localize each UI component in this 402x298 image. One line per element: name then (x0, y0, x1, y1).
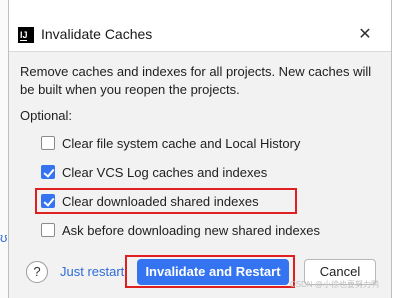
background-window (0, 0, 8, 298)
invalidate-and-restart-button[interactable]: Invalidate and Restart (137, 259, 289, 285)
option-label: Clear VCS Log caches and indexes (62, 164, 268, 180)
close-icon[interactable]: ✕ (354, 24, 376, 46)
option-clear-vcs-log-caches[interactable]: Clear VCS Log caches and indexes (41, 163, 267, 181)
checkbox-unchecked[interactable] (41, 136, 55, 150)
option-label: Ask before downloading new shared indexe… (62, 222, 321, 238)
option-ask-before-downloading[interactable]: Ask before downloading new shared indexe… (41, 221, 320, 239)
dialog-title-bar: IJ Invalidate Caches ✕ (9, 0, 391, 52)
optional-label: Optional: (20, 108, 73, 123)
intellij-app-icon: IJ (18, 27, 34, 43)
screenshot-stage: ʊ IJ Invalidate Caches ✕ Remove caches a… (0, 0, 402, 298)
option-label: Clear file system cache and Local Histor… (62, 135, 301, 151)
option-label: Clear downloaded shared indexes (62, 193, 259, 209)
dialog-title: Invalidate Caches (41, 26, 153, 42)
option-clear-file-system-cache[interactable]: Clear file system cache and Local Histor… (41, 134, 300, 152)
invalidate-caches-dialog: IJ Invalidate Caches ✕ Remove caches and… (8, 0, 392, 298)
checkbox-unchecked[interactable] (41, 223, 55, 237)
just-restart-link[interactable]: Just restart (60, 264, 124, 279)
checkbox-checked[interactable] (41, 165, 55, 179)
option-clear-downloaded-shared-indexes[interactable]: Clear downloaded shared indexes (41, 192, 259, 210)
help-button[interactable]: ? (26, 261, 48, 283)
csdn-watermark: CSDN @小徐也要努力鸭 (290, 280, 380, 289)
dialog-description: Remove caches and indexes for all projec… (20, 64, 372, 97)
background-link-fragment: ʊ (0, 230, 8, 245)
checkbox-checked[interactable] (41, 194, 55, 208)
